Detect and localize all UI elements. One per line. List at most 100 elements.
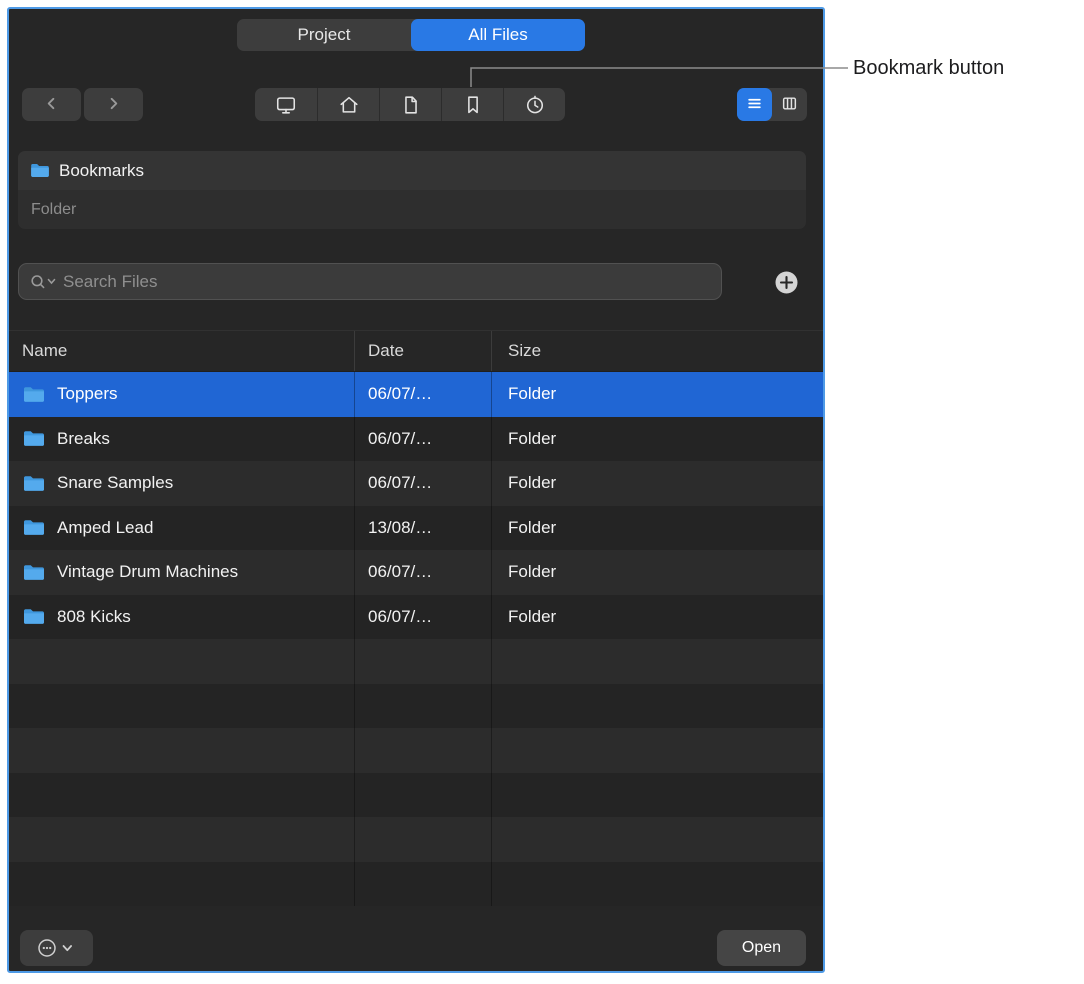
cell-date <box>355 639 492 684</box>
file-name: Breaks <box>57 429 110 449</box>
list-icon <box>746 95 763 115</box>
clock-icon <box>524 94 546 116</box>
folder-icon <box>23 564 45 581</box>
cell-size: Folder <box>492 417 823 462</box>
columns-icon <box>781 95 798 115</box>
chevron-right-icon <box>106 96 121 114</box>
cell-size <box>492 817 823 862</box>
cell-size: Folder <box>492 461 823 506</box>
cell-size: Folder <box>492 372 823 417</box>
callout-label: Bookmark button <box>853 57 1004 80</box>
cell-size <box>492 684 823 729</box>
cell-name <box>9 817 355 862</box>
cell-size: Folder <box>492 550 823 595</box>
cell-size: Folder <box>492 595 823 640</box>
computer-button[interactable] <box>255 88 317 121</box>
bookmarks-button[interactable] <box>441 88 503 121</box>
file-name: 808 Kicks <box>57 607 131 627</box>
cell-name <box>9 728 355 773</box>
table-header: Name Date Size <box>9 330 823 372</box>
location-subtitle: Folder <box>18 190 806 229</box>
cell-name: Amped Lead <box>9 506 355 551</box>
search-field[interactable] <box>18 263 722 300</box>
bookmark-icon <box>462 94 484 116</box>
cell-size <box>492 773 823 818</box>
cell-name <box>9 639 355 684</box>
location-title-row: Bookmarks <box>18 151 806 190</box>
cell-date: 06/07/… <box>355 595 492 640</box>
cell-date <box>355 773 492 818</box>
folder-icon <box>23 608 45 625</box>
location-box[interactable]: Bookmarks Folder <box>18 151 806 229</box>
file-name: Amped Lead <box>57 518 153 538</box>
plus-circle-icon <box>773 284 800 299</box>
file-browser-panel: Project All Files <box>7 7 825 973</box>
tab-all-files[interactable]: All Files <box>411 19 585 51</box>
file-button-group <box>255 88 565 121</box>
search-icon <box>29 273 59 290</box>
cell-date: 13/08/… <box>355 506 492 551</box>
folder-icon <box>30 163 50 178</box>
location-title: Bookmarks <box>59 161 144 181</box>
empty-table-row <box>9 817 823 862</box>
home-button[interactable] <box>317 88 379 121</box>
page: { "colors": { "panel_background": "#2626… <box>0 0 1084 984</box>
cell-date: 06/07/… <box>355 461 492 506</box>
cell-name: 808 Kicks <box>9 595 355 640</box>
chevron-left-icon <box>44 96 59 114</box>
empty-table-row <box>9 684 823 729</box>
search-input[interactable] <box>63 272 711 292</box>
document-icon <box>400 94 422 116</box>
table-body: Toppers06/07/…FolderBreaks06/07/…FolderS… <box>9 372 823 906</box>
empty-table-row <box>9 773 823 818</box>
cell-size <box>492 639 823 684</box>
folder-icon <box>23 386 45 403</box>
cell-name: Toppers <box>9 372 355 417</box>
table-row[interactable]: Snare Samples 06/07/…Folder <box>9 461 823 506</box>
cell-name: Vintage Drum Machines <box>9 550 355 595</box>
forward-button[interactable] <box>84 88 143 121</box>
display-icon <box>275 94 297 116</box>
cell-name <box>9 684 355 729</box>
recents-button[interactable] <box>503 88 565 121</box>
cell-date <box>355 817 492 862</box>
table-row[interactable]: Breaks 06/07/…Folder <box>9 417 823 462</box>
cell-name <box>9 862 355 907</box>
empty-table-row <box>9 862 823 907</box>
file-name: Toppers <box>57 384 117 404</box>
empty-table-row <box>9 639 823 684</box>
file-name: Snare Samples <box>57 473 173 493</box>
file-name: Vintage Drum Machines <box>57 562 238 582</box>
column-header-name[interactable]: Name <box>9 331 355 371</box>
cell-size <box>492 862 823 907</box>
home-icon <box>338 94 360 116</box>
browser-tabs: Project All Files <box>237 19 585 51</box>
empty-table-row <box>9 728 823 773</box>
cell-date: 06/07/… <box>355 372 492 417</box>
cell-date <box>355 728 492 773</box>
cell-size: Folder <box>492 506 823 551</box>
view-toggle-group <box>737 88 807 121</box>
action-menu-button[interactable] <box>20 930 93 966</box>
cell-date <box>355 684 492 729</box>
folder-icon <box>23 475 45 492</box>
table-row[interactable]: Amped Lead 13/08/…Folder <box>9 506 823 551</box>
table-row[interactable]: 808 Kicks 06/07/…Folder <box>9 595 823 640</box>
tab-project[interactable]: Project <box>237 19 411 51</box>
documents-button[interactable] <box>379 88 441 121</box>
column-header-size[interactable]: Size <box>492 331 823 371</box>
back-button[interactable] <box>22 88 81 121</box>
column-view-button[interactable] <box>772 88 807 121</box>
table-row[interactable]: Toppers 06/07/…Folder <box>9 372 823 417</box>
table-row[interactable]: Vintage Drum Machines06/07/…Folder <box>9 550 823 595</box>
cell-name: Snare Samples <box>9 461 355 506</box>
add-button[interactable] <box>773 269 800 296</box>
cell-date <box>355 862 492 907</box>
open-button[interactable]: Open <box>717 930 806 966</box>
ellipsis-circle-icon <box>37 938 77 958</box>
column-header-date[interactable]: Date <box>355 331 492 371</box>
cell-size <box>492 728 823 773</box>
nav-button-group <box>22 88 143 121</box>
list-view-button[interactable] <box>737 88 772 121</box>
cell-date: 06/07/… <box>355 417 492 462</box>
